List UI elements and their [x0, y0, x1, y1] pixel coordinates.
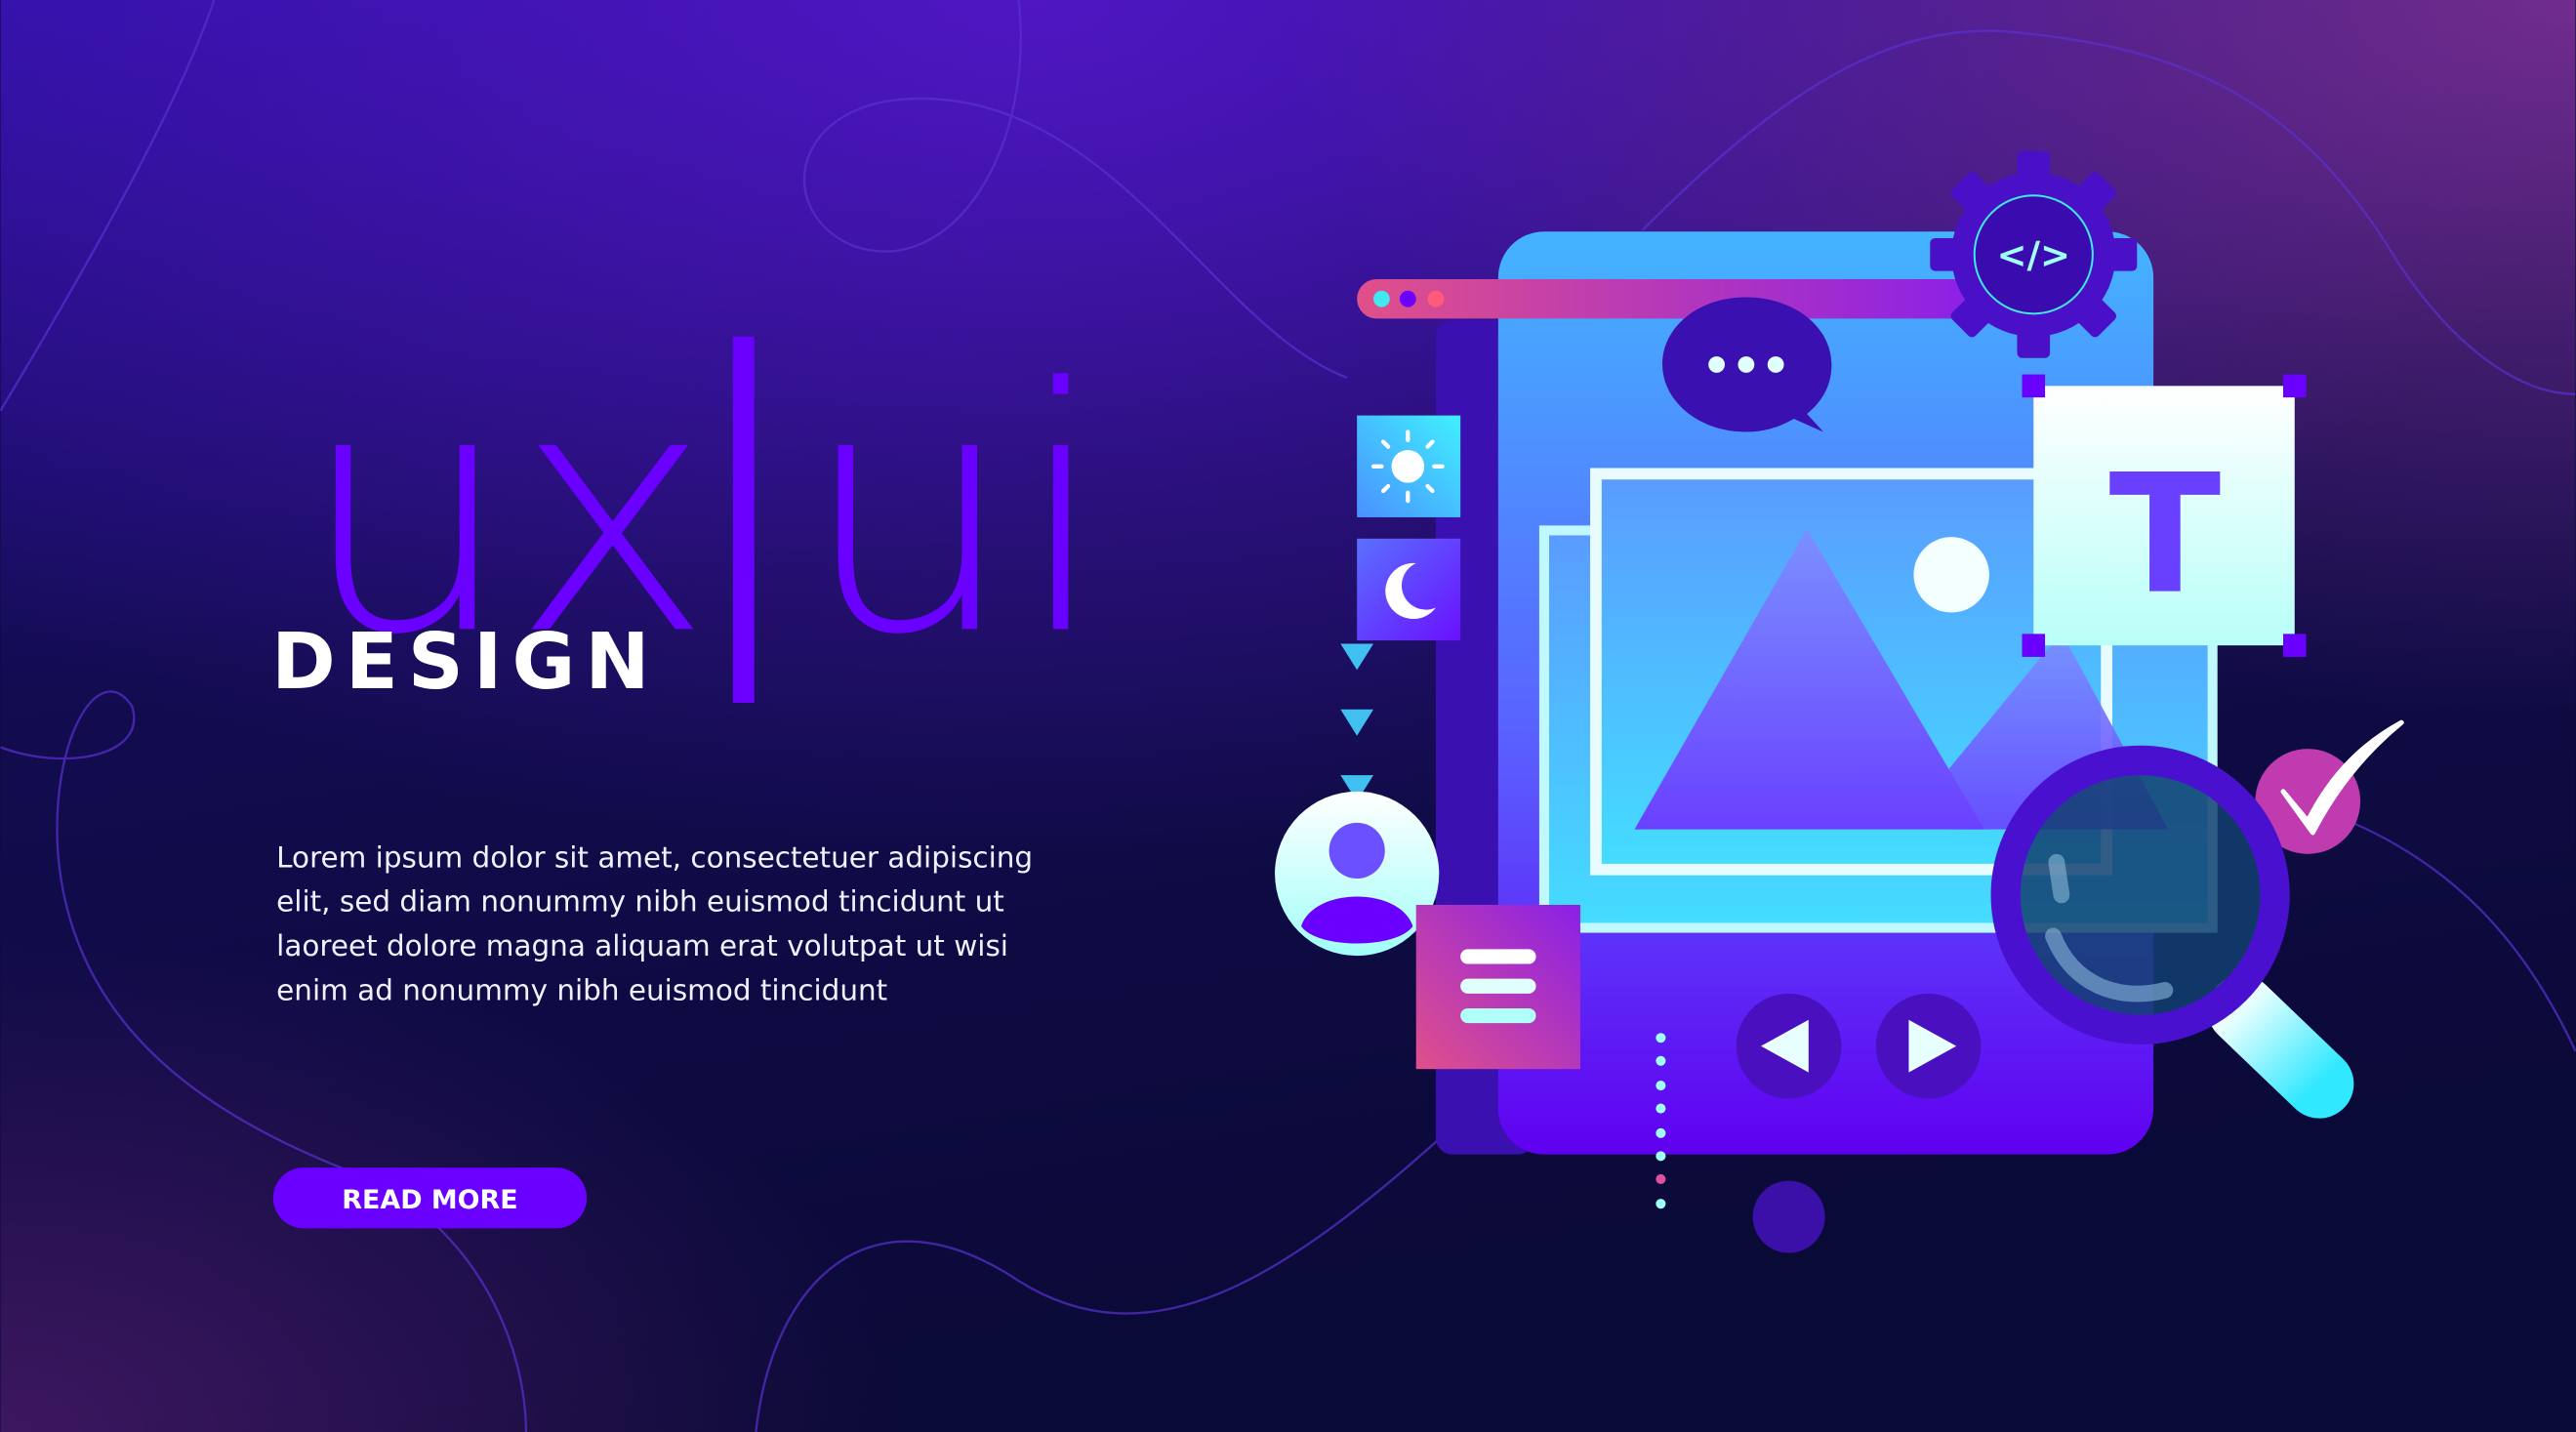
next-button[interactable]	[1875, 993, 1982, 1099]
prev-button[interactable]	[1736, 993, 1842, 1099]
title-divider	[732, 336, 755, 704]
title-ui: ui	[802, 317, 1109, 709]
browser-bar-bg	[1357, 278, 1982, 319]
read-more-label[interactable]: READ MORE	[342, 1185, 517, 1215]
menu-icon	[1415, 904, 1580, 1070]
user-avatar-icon	[1275, 791, 1440, 957]
paragraph-line: laoreet dolore magna aliquam erat volutp…	[276, 929, 1008, 962]
chat-bubble-icon	[1662, 297, 1832, 432]
code-glyph: </>	[1997, 234, 2071, 276]
sun-icon	[1357, 415, 1461, 517]
browser-dots-icon	[1372, 290, 1445, 307]
read-more-button[interactable]: READ MORE	[272, 1167, 588, 1229]
moon-icon	[1357, 538, 1461, 641]
gear-code-icon: </>	[1930, 150, 2138, 358]
text-tool-glyph: T	[2108, 439, 2221, 631]
ux-ui-banner: ux ui DESIGN Lorem ipsum dolor sit amet,…	[0, 0, 2576, 1432]
home-button	[1752, 1180, 1825, 1253]
browser-bar	[1357, 278, 1982, 319]
paragraph-line: enim ad nonummy nibh euismod tincidunt	[276, 974, 887, 1007]
subtitle-design: DESIGN	[271, 617, 660, 707]
paragraph-line: elit, sed diam nonummy nibh euismod tinc…	[276, 885, 1004, 919]
paragraph-line: Lorem ipsum dolor sit amet, consectetuer…	[276, 840, 1033, 874]
text-tool-card: T	[2022, 374, 2307, 657]
